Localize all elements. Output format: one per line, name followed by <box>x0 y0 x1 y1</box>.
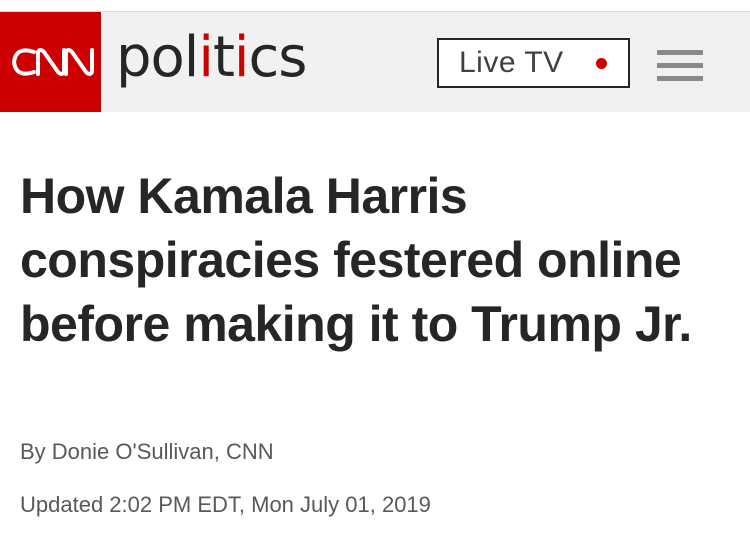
live-tv-button[interactable]: Live TV <box>437 38 630 88</box>
article-headline: How Kamala Harris conspiracies festered … <box>20 168 692 352</box>
section-title-part-2: t <box>212 25 235 90</box>
cnn-logo[interactable] <box>0 12 101 112</box>
live-indicator-icon <box>596 58 607 69</box>
top-divider <box>0 0 750 12</box>
section-title-accent-2: i <box>233 25 250 90</box>
menu-bar-bottom <box>657 76 703 81</box>
cnn-logo-icon <box>11 48 94 76</box>
menu-bar-middle <box>657 63 703 68</box>
site-header: politics Live TV <box>0 12 750 112</box>
article-byline: By Donie O'Sullivan, CNN <box>20 439 274 464</box>
live-tv-label: Live TV <box>459 46 564 79</box>
section-title-part-3: cs <box>248 25 307 90</box>
menu-bar-top <box>657 50 703 55</box>
section-title-accent-1: i <box>198 25 214 90</box>
section-title-part-1: pol <box>116 25 199 90</box>
article-timestamp: Updated 2:02 PM EDT, Mon July 01, 2019 <box>20 492 431 517</box>
hamburger-menu-icon[interactable] <box>657 50 703 82</box>
section-title[interactable]: politics <box>116 25 307 90</box>
